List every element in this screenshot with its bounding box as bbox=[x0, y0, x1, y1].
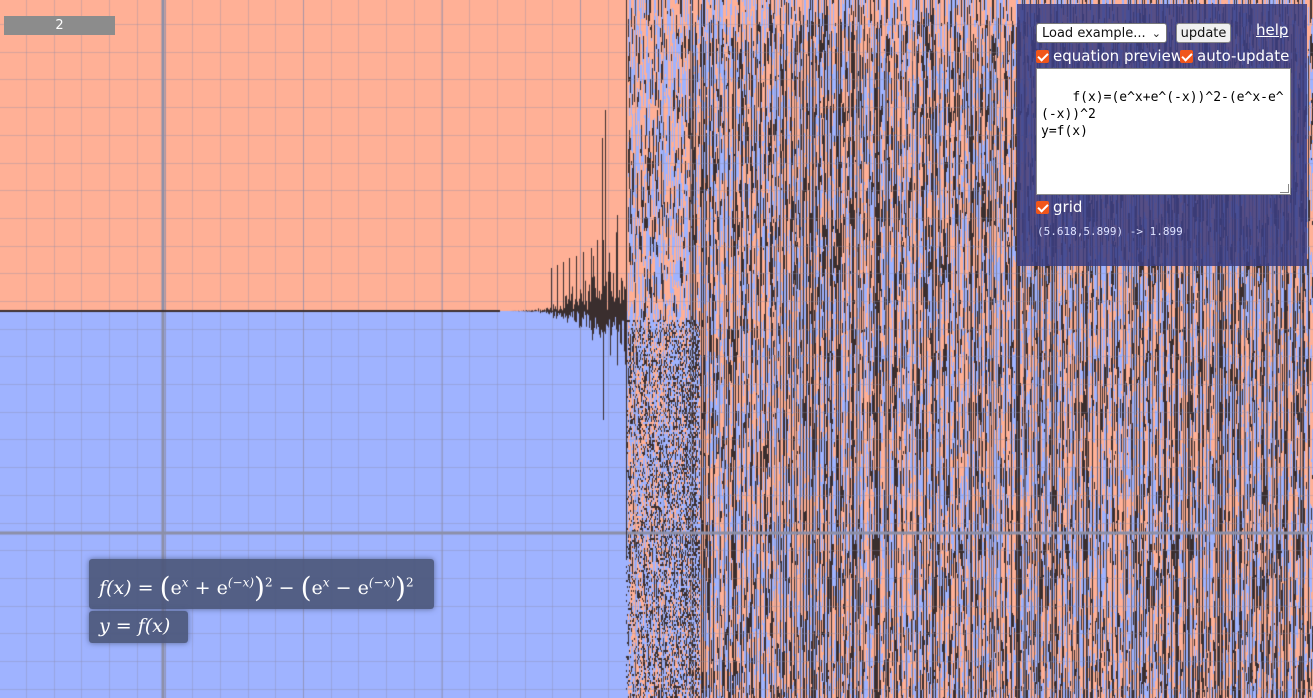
auto-update-label: auto-update bbox=[1197, 47, 1290, 65]
auto-update-checkbox[interactable] bbox=[1180, 49, 1193, 63]
grid-toggle[interactable]: grid bbox=[1036, 198, 1082, 216]
equation-editor[interactable]: f(x)=(e^x+e^(-x))^2-(e^x-e^(-x))^2 y=f(x… bbox=[1036, 68, 1291, 195]
load-example-select[interactable]: Load example... ⌄ bbox=[1036, 23, 1167, 43]
equation-editor-text: f(x)=(e^x+e^(-x))^2-(e^x-e^(-x))^2 y=f(x… bbox=[1041, 90, 1284, 139]
equation-preview-line-2: y = f(x) bbox=[89, 611, 188, 643]
eq-plus: + bbox=[194, 577, 211, 599]
eq-sq1: 2 bbox=[264, 575, 273, 590]
grid-label: grid bbox=[1053, 198, 1083, 216]
eq-e4-exp: (−x) bbox=[368, 575, 396, 590]
grid-checkbox[interactable] bbox=[1036, 200, 1049, 214]
eq-line-2-text: y = f(x) bbox=[99, 615, 171, 637]
eq-e3-exp: x bbox=[322, 575, 330, 590]
eq-e1: e bbox=[170, 577, 182, 599]
eq-e3: e bbox=[311, 577, 323, 599]
auto-update-toggle[interactable]: auto-update bbox=[1180, 47, 1289, 65]
load-example-select-value: Load example... bbox=[1042, 26, 1146, 41]
eq-paren-close-2: ) bbox=[395, 571, 406, 604]
eq-e4: e bbox=[357, 577, 369, 599]
zoom-level-indicator: 2 bbox=[4, 16, 115, 35]
eq-e2-exp: (−x) bbox=[227, 575, 255, 590]
eq-minus-2: − bbox=[335, 577, 352, 599]
equation-preview-checkbox[interactable] bbox=[1036, 49, 1049, 63]
equation-preview-line-1: f(x) = (ex + e(−x))2 − (ex − e(−x))2 bbox=[89, 559, 434, 609]
eq-paren-open-2: ( bbox=[300, 571, 312, 604]
help-link[interactable]: help bbox=[1256, 21, 1288, 39]
coordinate-readout: (5.618,5.899) -> 1.899 bbox=[1037, 225, 1183, 238]
equation-preview-label: equation preview bbox=[1053, 47, 1184, 65]
eq-paren-open: ( bbox=[159, 571, 171, 604]
eq-lhs: f(x) = bbox=[99, 577, 154, 599]
eq-minus: − bbox=[278, 577, 295, 599]
equation-preview-toggle[interactable]: equation preview bbox=[1036, 47, 1183, 65]
eq-paren-close: ) bbox=[254, 571, 265, 604]
chevron-down-icon: ⌄ bbox=[1151, 27, 1161, 40]
eq-sq2: 2 bbox=[405, 575, 414, 590]
eq-e2: e bbox=[216, 577, 228, 599]
resize-handle-icon[interactable] bbox=[1280, 184, 1289, 193]
update-button[interactable]: update bbox=[1176, 23, 1231, 43]
eq-e1-exp: x bbox=[181, 575, 189, 590]
control-panel: Load example... ⌄ update help equation p… bbox=[1017, 4, 1307, 266]
